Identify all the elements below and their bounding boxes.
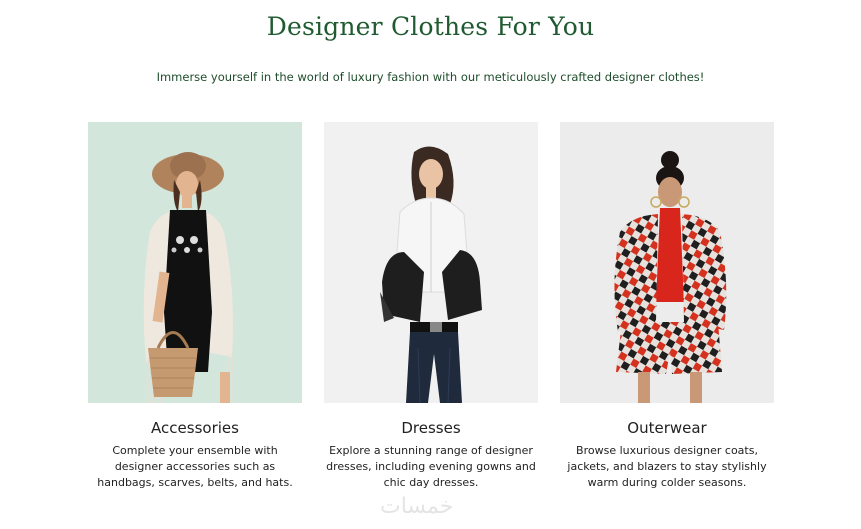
- category-card-accessories[interactable]: Accessories Complete your ensemble with …: [88, 122, 302, 491]
- outerwear-image[interactable]: [560, 122, 774, 403]
- dresses-image[interactable]: [324, 122, 538, 403]
- card-description: Explore a stunning range of designer dre…: [326, 444, 536, 489]
- woman-in-patterned-blazer-illustration: [614, 151, 727, 403]
- woman-with-leather-jacket-illustration: [380, 146, 482, 403]
- woman-with-hat-and-basket-illustration: [143, 152, 233, 403]
- card-description: Complete your ensemble with designer acc…: [97, 444, 293, 489]
- page-title: Designer Clothes For You: [266, 12, 595, 41]
- accessories-image[interactable]: [88, 122, 302, 403]
- category-card-outerwear[interactable]: Outerwear Browse luxurious designer coat…: [560, 122, 774, 491]
- card-description: Browse luxurious designer coats, jackets…: [567, 444, 767, 489]
- category-card-dresses[interactable]: Dresses Explore a stunning range of desi…: [324, 122, 538, 491]
- watermark-logo: خمسات: [380, 494, 454, 519]
- card-title[interactable]: Dresses: [324, 419, 538, 437]
- card-title[interactable]: Outerwear: [560, 419, 774, 437]
- page-subtitle: Immerse yourself in the world of luxury …: [156, 70, 705, 84]
- card-title[interactable]: Accessories: [88, 419, 302, 437]
